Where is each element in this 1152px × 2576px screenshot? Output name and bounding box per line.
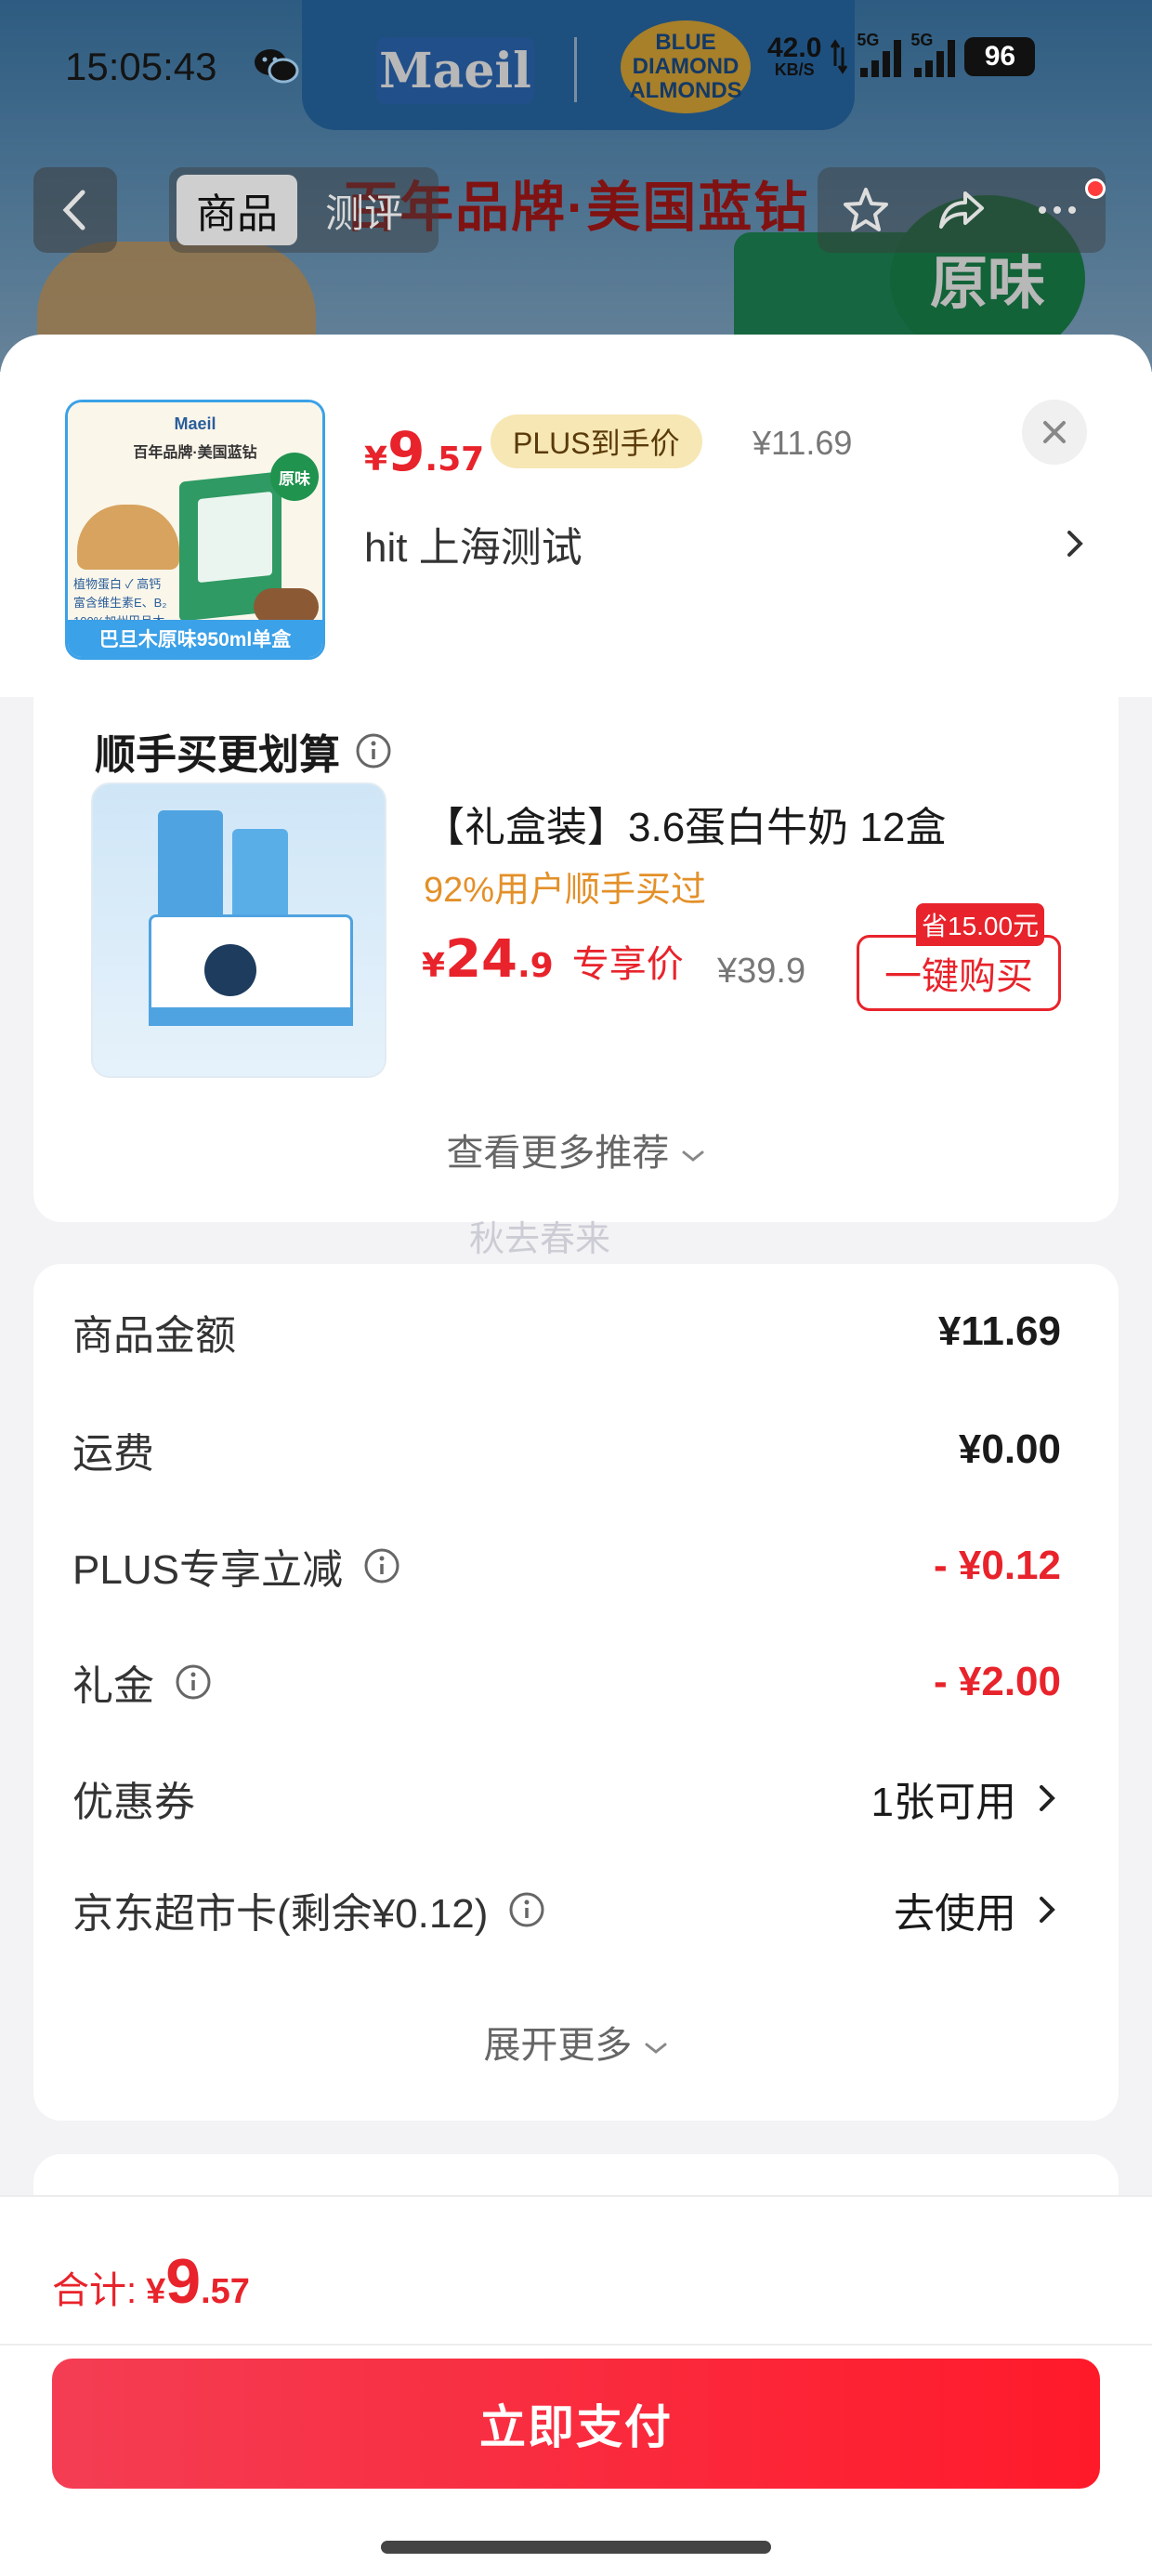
chevron-right-icon bbox=[1067, 531, 1083, 557]
share-icon[interactable] bbox=[936, 184, 988, 236]
fee-row-coupon[interactable]: 优惠券 1张可用 bbox=[72, 1756, 1061, 1840]
notification-dot bbox=[1085, 178, 1106, 199]
tab-product[interactable]: 商品 bbox=[177, 175, 297, 245]
home-indicator[interactable] bbox=[381, 2541, 771, 2554]
fee-row-shipping: 运费 ¥0.00 bbox=[72, 1408, 1061, 1492]
recommended-product-image[interactable] bbox=[91, 782, 386, 1078]
recommended-original-price: ¥39.9 bbox=[717, 952, 806, 991]
more-recommendations-link[interactable]: 查看更多推荐 bbox=[33, 1123, 1119, 1176]
gift-box-base bbox=[149, 1007, 353, 1026]
pay-now-button[interactable]: 立即支付 bbox=[52, 2359, 1100, 2489]
close-button[interactable] bbox=[1022, 400, 1087, 465]
thumb-bottom-caption: 巴旦木原味950ml单盒 bbox=[68, 620, 322, 657]
fee-row-supermarket-card[interactable]: 京东超市卡(剩余¥0.12) 去使用 bbox=[72, 1868, 1061, 1952]
recommended-product-name[interactable]: 【礼盒装】3.6蛋白牛奶 12盒 bbox=[424, 794, 946, 853]
plus-price-tag: PLUS到手价 bbox=[491, 414, 702, 468]
fee-row-item-amount: 商品金额 ¥11.69 bbox=[72, 1290, 1061, 1373]
product-price: ¥9.57 bbox=[364, 420, 485, 483]
data-transfer-icon bbox=[831, 39, 848, 74]
fee-value: ¥11.69 bbox=[937, 1308, 1061, 1354]
signal-strength-2-icon: 5G bbox=[910, 31, 956, 77]
thumb-bread bbox=[77, 505, 179, 570]
original-price: ¥11.69 bbox=[753, 424, 853, 462]
chevron-down-icon bbox=[682, 1150, 704, 1162]
recommendation-card: 顺手买更划算 【礼盒装】3.6蛋白牛奶 12盒 92%用户顺手买过 ¥24.9 专… bbox=[33, 697, 1119, 1222]
close-icon bbox=[1043, 421, 1066, 443]
status-time: 15:05:43 bbox=[65, 45, 217, 88]
more-icon[interactable] bbox=[1031, 184, 1083, 236]
battery-indicator: 96 bbox=[964, 37, 1036, 76]
wechat-icon bbox=[255, 49, 299, 84]
watermark: 秋去春来 bbox=[469, 1220, 611, 1259]
fee-label: 运费 bbox=[72, 1431, 154, 1477]
footer-divider bbox=[0, 2344, 1152, 2346]
network-speed: 42.0 KB/S bbox=[767, 33, 822, 79]
recommended-product-hint: 92%用户顺手买过 bbox=[424, 871, 707, 910]
fee-label: 优惠券 bbox=[72, 1780, 195, 1825]
fee-row-plus-discount: PLUS专享立减 - ¥0.12 bbox=[72, 1524, 1061, 1608]
nav-action-group bbox=[818, 167, 1106, 253]
fee-label: PLUS专享立减 bbox=[72, 1536, 400, 1596]
chevron-right-icon bbox=[1040, 1785, 1055, 1811]
info-icon[interactable] bbox=[355, 732, 392, 769]
info-icon[interactable] bbox=[508, 1891, 545, 1928]
fee-value: 1张可用 bbox=[871, 1768, 1061, 1828]
recommended-product-price: ¥24.9 专享价 bbox=[422, 929, 684, 990]
address-selector[interactable]: hit 上海测试 bbox=[364, 511, 1089, 576]
status-indicators: 42.0 KB/S 5G 5G 96 bbox=[767, 31, 1036, 79]
favorite-star-icon[interactable] bbox=[840, 184, 892, 236]
checkout-footer: 合计: ¥9.57 立即支付 bbox=[0, 2195, 1152, 2576]
info-icon[interactable] bbox=[175, 1663, 212, 1701]
back-button[interactable] bbox=[33, 167, 117, 253]
expand-more-link[interactable]: 展开更多 bbox=[33, 2015, 1119, 2069]
fee-label: 商品金额 bbox=[72, 1313, 236, 1359]
one-click-buy-button[interactable]: 一键购买 bbox=[857, 935, 1061, 1011]
fee-label: 京东超市卡(剩余¥0.12) bbox=[72, 1880, 545, 1939]
signal-strength-1-icon: 5G bbox=[857, 31, 902, 77]
fee-value: ¥0.00 bbox=[958, 1426, 1061, 1472]
chevron-right-icon bbox=[1040, 1897, 1055, 1923]
address-text: hit 上海测试 bbox=[364, 525, 583, 571]
tab-review[interactable]: 测评 bbox=[325, 182, 403, 239]
fee-row-gift-money: 礼金 - ¥2.00 bbox=[72, 1640, 1061, 1724]
recommendation-title: 顺手买更划算 bbox=[95, 721, 392, 781]
fee-value: 去使用 bbox=[894, 1880, 1061, 1939]
chevron-left-icon bbox=[62, 190, 85, 230]
chevron-down-icon bbox=[645, 2043, 667, 2054]
thumb-flavor-badge: 原味 bbox=[270, 453, 319, 501]
fee-label: 礼金 bbox=[72, 1652, 212, 1712]
order-total: 合计: ¥9.57 bbox=[52, 2246, 250, 2317]
sheet-header: Maeil 百年品牌·美国蓝钻 原味 植物蛋白 ✓ 高钙 富含维生素E、B₂ 1… bbox=[0, 335, 1152, 697]
info-icon[interactable] bbox=[363, 1547, 400, 1584]
price-breakdown-card: 商品金额 ¥11.69 运费 ¥0.00 PLUS专享立减 - ¥0.12 礼金 bbox=[33, 1264, 1119, 2121]
savings-tag: 省15.00元 bbox=[916, 903, 1045, 946]
cow-logo bbox=[204, 944, 256, 996]
fee-value: - ¥2.00 bbox=[934, 1659, 1061, 1704]
fee-value: - ¥0.12 bbox=[934, 1543, 1061, 1588]
thumb-carton-label bbox=[198, 491, 272, 584]
product-thumbnail[interactable]: Maeil 百年品牌·美国蓝钻 原味 植物蛋白 ✓ 高钙 富含维生素E、B₂ 1… bbox=[65, 400, 325, 660]
product-nav-tabs: 商品 测评 bbox=[169, 167, 439, 253]
